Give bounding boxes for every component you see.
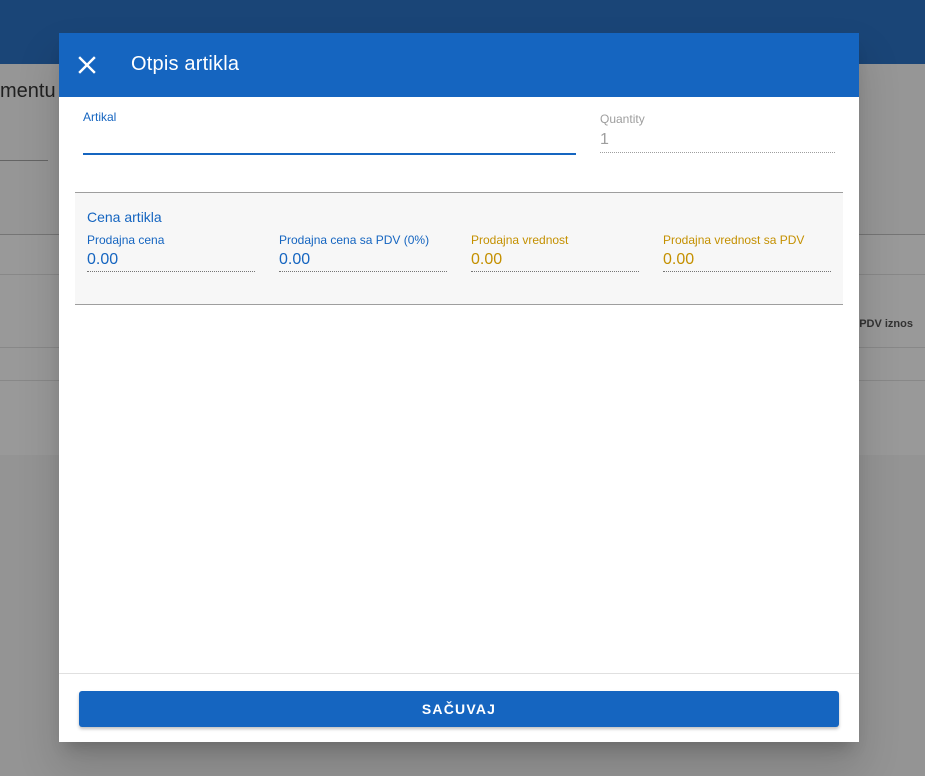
write-off-dialog: Otpis artikla Artikal Quantity 1 Cena ar… <box>59 33 859 742</box>
prodajna-vrednost-sa-pdv-field: Prodajna vrednost sa PDV 0.00 <box>663 233 831 272</box>
field-value: 0.00 <box>87 251 255 272</box>
field-label: Prodajna cena sa PDV (0%) <box>279 233 430 247</box>
field-value: 0.00 <box>663 251 831 272</box>
field-value: 0.00 <box>471 251 639 272</box>
dialog-toolbar: Otpis artikla <box>59 33 859 97</box>
quantity-label: Quantity <box>600 112 645 126</box>
price-section: Cena artikla Prodajna cena 0.00 Prodajna… <box>75 192 843 305</box>
field-value: 0.00 <box>279 251 447 272</box>
field-label: Prodajna vrednost <box>471 233 569 247</box>
save-button[interactable]: SAČUVAJ <box>79 691 839 727</box>
close-button[interactable] <box>71 49 103 81</box>
close-icon <box>78 56 96 74</box>
field-label: Prodajna cena <box>87 233 165 247</box>
prodajna-cena-sa-pdv-field: Prodajna cena sa PDV (0%) 0.00 <box>279 233 447 272</box>
field-label: Prodajna vrednost sa PDV <box>663 233 805 247</box>
quantity-field: 1 <box>600 131 835 153</box>
prodajna-vrednost-field: Prodajna vrednost 0.00 <box>471 233 639 272</box>
artikal-input[interactable] <box>83 129 576 155</box>
section-title: Cena artikla <box>87 209 162 225</box>
dialog-actions: SAČUVAJ <box>59 673 859 743</box>
prodajna-cena-field: Prodajna cena 0.00 <box>87 233 255 272</box>
dialog-title: Otpis artikla <box>131 53 240 75</box>
artikal-label: Artikal <box>83 110 117 124</box>
